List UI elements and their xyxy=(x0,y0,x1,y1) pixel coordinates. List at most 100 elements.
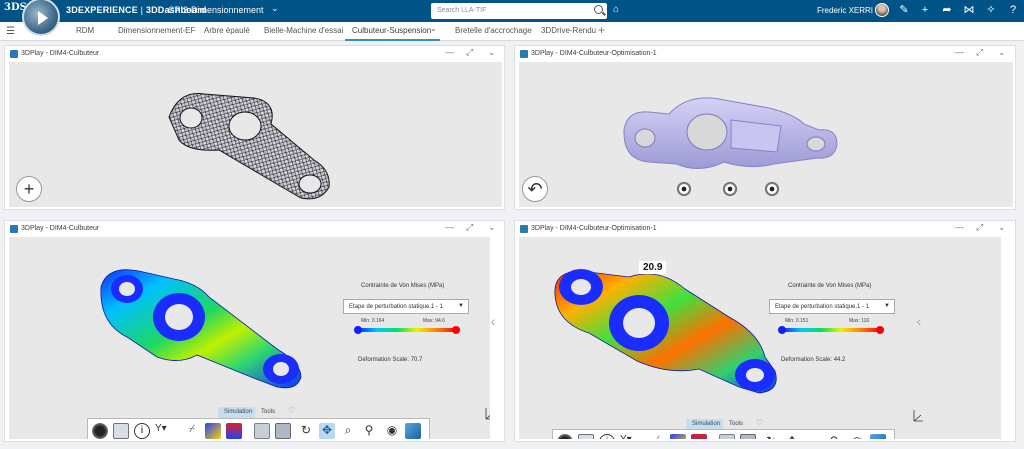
maximize-icon[interactable]: ⤢ xyxy=(976,222,983,233)
tab-culbuteur-suspension[interactable]: Culbuteur-Suspension xyxy=(352,26,431,35)
tab-bretelle-accrochage[interactable]: Bretelle d'accrochage xyxy=(455,26,532,35)
step-select-value: Etape de perturbation statique.1 - 1 xyxy=(349,304,444,310)
3d-viewport[interactable]: Contrainte de Von Mises (MPa) Etape de p… xyxy=(9,237,490,439)
dropdown-arrow-icon: ▼ xyxy=(458,303,464,309)
tab-arbre-epaule[interactable]: Arbre épaulé xyxy=(204,26,250,35)
record-icon[interactable] xyxy=(92,423,108,439)
filter-off-icon[interactable]: ⌿ xyxy=(649,434,665,439)
eye-partial-icon[interactable] xyxy=(723,182,737,196)
view-eye-icon[interactable]: ◉ xyxy=(849,434,865,439)
share-icon[interactable]: ➦ xyxy=(940,3,954,17)
branch-icon[interactable]: Y▾ xyxy=(620,434,642,439)
section-icon[interactable] xyxy=(275,423,291,439)
search-icon[interactable] xyxy=(594,5,603,14)
pan-icon[interactable]: ✥ xyxy=(784,434,800,439)
view-cube-icon[interactable] xyxy=(870,434,886,439)
tab-rdm[interactable]: RDM xyxy=(76,26,94,35)
view-eye-icon[interactable]: ◉ xyxy=(384,423,400,439)
action-bar: i Y▾ ⌿ ↻ ✥ ⌕ ⚲ ◉ xyxy=(552,429,895,439)
rotate-icon[interactable]: ↻ xyxy=(763,434,779,439)
chevron-down-icon[interactable]: ⌄ xyxy=(488,222,496,233)
step-select[interactable]: Etape de perturbation statique.1 - 1 ▼ xyxy=(343,299,469,314)
cube-icon[interactable] xyxy=(113,423,129,439)
mesh-icon[interactable] xyxy=(719,434,735,439)
chat-icon[interactable]: ✎ xyxy=(897,3,911,17)
side-panel-toggle-icon[interactable]: ‹ xyxy=(488,313,498,335)
legend-title: Contrainte de Von Mises (MPa) xyxy=(361,283,445,289)
minimize-icon[interactable]: — xyxy=(955,47,964,57)
stress-result-part xyxy=(554,269,777,394)
filter-off-icon[interactable]: ⌿ xyxy=(184,423,200,439)
menu-icon[interactable]: ☰ xyxy=(6,26,15,37)
color-map-icon[interactable] xyxy=(691,434,707,439)
legend-min-handle[interactable] xyxy=(354,326,362,334)
search-input[interactable]: Search LLA-TIF xyxy=(431,3,607,19)
contour-plot-icon[interactable] xyxy=(670,434,686,439)
user-name[interactable]: Frederic XERRI xyxy=(817,6,873,15)
add-content-button[interactable]: + xyxy=(16,176,42,202)
view-cube-icon[interactable] xyxy=(405,423,421,439)
add-icon[interactable]: + xyxy=(918,3,932,17)
3d-viewport[interactable]: ↶ xyxy=(519,62,1013,207)
side-panel-toggle-icon[interactable]: ‹ xyxy=(914,313,924,335)
chevron-down-icon[interactable]: ⌄ xyxy=(998,47,1006,58)
tag-icon[interactable]: ⌂ xyxy=(613,4,619,15)
mesh-icon[interactable] xyxy=(254,423,270,439)
3dplay-icon xyxy=(520,225,528,233)
help-icon[interactable]: ? xyxy=(1006,3,1020,17)
minimize-icon[interactable]: — xyxy=(955,222,964,232)
branch-icon[interactable]: Y▾ xyxy=(155,423,177,439)
record-icon[interactable] xyxy=(557,434,573,439)
compass-tool-icon[interactable]: ✧ xyxy=(984,3,998,17)
info-icon[interactable]: i xyxy=(134,423,150,439)
chevron-down-icon[interactable]: ⌄ xyxy=(488,47,496,58)
tab-3ddrive-rendu[interactable]: 3DDrive-Rendu xyxy=(541,26,596,35)
favorite-icon[interactable]: ♡ xyxy=(756,418,763,427)
deformation-scale: Deformation Scale: 44.2 xyxy=(781,357,846,363)
tab-simulation[interactable]: Simulation xyxy=(218,407,259,418)
pan-icon[interactable]: ✥ xyxy=(319,423,335,439)
tab-chevron-down-icon[interactable]: ⌄ xyxy=(430,24,437,33)
favorite-icon[interactable]: ♡ xyxy=(288,406,295,415)
tab-dimensionnement-ef[interactable]: Dimensionnement-EF xyxy=(118,26,195,35)
legend-min: Min: 0.151 xyxy=(785,318,809,324)
maximize-icon[interactable]: ⤢ xyxy=(466,47,473,58)
cube-icon[interactable] xyxy=(578,434,594,439)
info-icon[interactable]: i xyxy=(599,434,615,439)
zoom-area-icon[interactable]: ⌕ xyxy=(340,423,356,439)
zoom-area-icon[interactable]: ⌕ xyxy=(805,434,821,439)
minimize-icon[interactable]: — xyxy=(445,47,454,57)
color-map-icon[interactable] xyxy=(226,423,242,439)
legend-max: Max: 94.6 xyxy=(423,318,445,324)
tab-bielle-machine[interactable]: Bielle-Machine d'essai xyxy=(264,26,343,35)
minimize-icon[interactable]: — xyxy=(445,222,454,232)
3d-viewport[interactable]: + xyxy=(9,62,502,207)
contour-plot-icon[interactable] xyxy=(205,423,221,439)
3dplay-icon xyxy=(520,50,528,58)
chevron-down-icon[interactable]: ⌄ xyxy=(271,3,279,14)
step-select[interactable]: Etape de perturbation statique.1 - 1 ▼ xyxy=(769,299,895,314)
network-icon[interactable]: ⋈ xyxy=(962,3,976,17)
add-tab-icon[interactable]: + xyxy=(598,23,605,37)
avatar[interactable] xyxy=(875,3,889,17)
legend-max-handle[interactable] xyxy=(452,326,460,334)
legend-min-handle[interactable] xyxy=(778,326,786,334)
legend-max-handle[interactable] xyxy=(876,326,884,334)
widget-top-right: 3DPlay - DIM4-Culbuteur-Optimisation-1 —… xyxy=(514,45,1016,210)
section-icon[interactable] xyxy=(740,434,756,439)
zoom-icon[interactable]: ⚲ xyxy=(361,423,377,439)
tab-tools[interactable]: Tools xyxy=(255,407,282,418)
legend-color-bar xyxy=(778,326,884,334)
maximize-icon[interactable]: ⤢ xyxy=(466,222,473,233)
maximize-icon[interactable]: ⤢ xyxy=(976,47,983,58)
dashboard-name[interactable]: CPI2-Dimensionnement xyxy=(168,5,264,15)
step-select-value: Etape de perturbation statique.1 - 1 xyxy=(775,304,870,310)
3d-viewport[interactable]: 20.9 Contrainte de Von Mises (MPa) Etape… xyxy=(519,237,1001,439)
eye-icon[interactable] xyxy=(677,182,691,196)
eye-open-icon[interactable] xyxy=(765,182,779,196)
rotate-icon[interactable]: ↻ xyxy=(298,423,314,439)
legend-title: Contrainte de Von Mises (MPa) xyxy=(788,283,872,289)
zoom-icon[interactable]: ⚲ xyxy=(826,434,842,439)
back-button[interactable]: ↶ xyxy=(522,176,548,202)
chevron-down-icon[interactable]: ⌄ xyxy=(998,222,1006,233)
